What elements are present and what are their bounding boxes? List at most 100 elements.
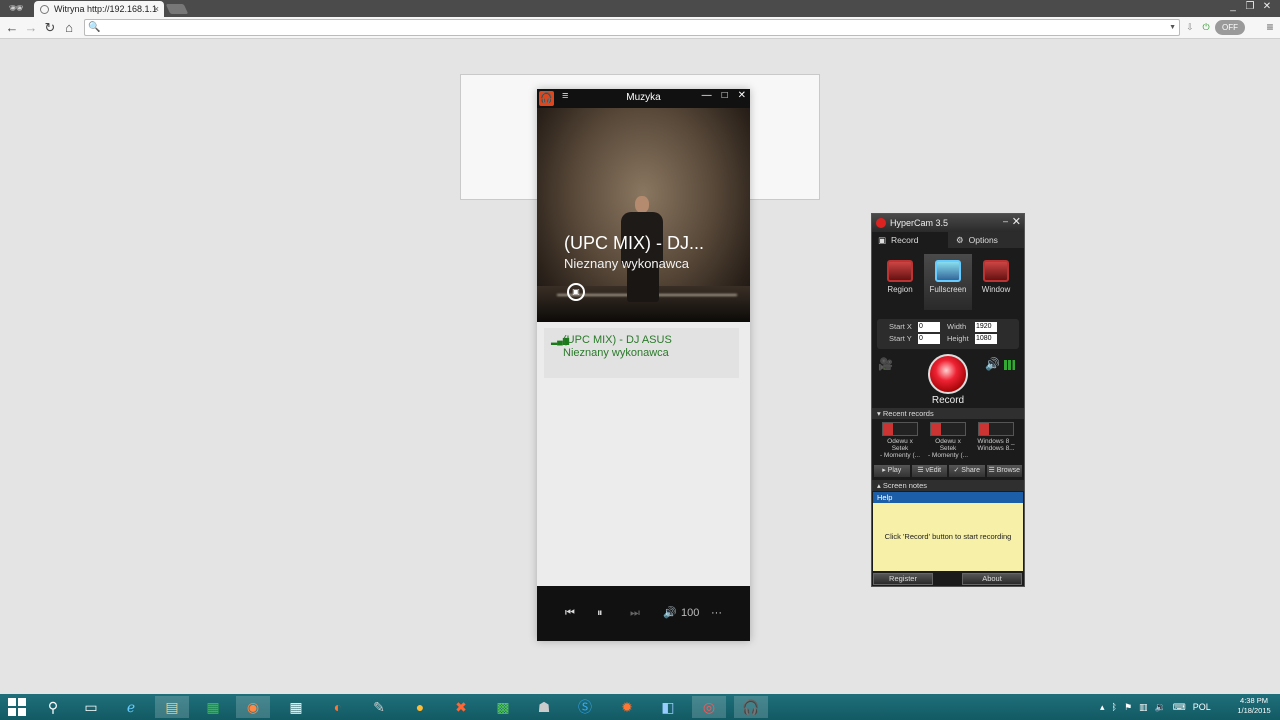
gear-icon: ⚙ [956, 235, 964, 245]
music-maximize-button[interactable]: □ [722, 90, 728, 101]
start-y-input[interactable]: 0 [918, 334, 940, 344]
edit-button[interactable]: ☰ vEdit [911, 465, 947, 477]
recent-record-line2: - Momenty (... [879, 452, 921, 459]
register-button[interactable]: Register [873, 573, 933, 585]
home-icon[interactable]: ⌂ [62, 20, 76, 36]
search-icon: 🔍 [88, 22, 101, 33]
store-icon[interactable]: ▦ [279, 696, 313, 718]
clock[interactable]: 4:38 PM 1/18/2015 [1232, 696, 1276, 716]
forward-icon[interactable]: → [24, 20, 38, 36]
back-icon[interactable]: ← [5, 20, 19, 36]
next-track-button[interactable]: ⏭ [630, 606, 640, 620]
reload-icon[interactable]: ↻ [43, 20, 57, 36]
volume-tray-icon[interactable]: 🔉 [1155, 696, 1166, 718]
start-button[interactable] [8, 698, 26, 716]
previous-track-button[interactable]: ⏮ [565, 606, 575, 620]
firefox-icon[interactable]: ◐ [321, 696, 355, 718]
hypercam-minimize-button[interactable]: – [1003, 216, 1008, 226]
music-minimize-button[interactable]: — [702, 90, 712, 101]
music-taskbar-icon[interactable]: 🎧 [734, 696, 768, 718]
width-input[interactable]: 1920 [975, 322, 997, 332]
settings-app-icon[interactable]: ✹ [610, 696, 644, 718]
language-indicator[interactable]: POL [1193, 696, 1211, 718]
music-titlebar: 🎧 ≡ Muzyka — □ ✕ [537, 89, 750, 108]
mode-window-button[interactable]: Window [972, 254, 1020, 310]
start-x-input[interactable]: 0 [918, 322, 940, 332]
hypercam-title: HyperCam 3.5 [890, 218, 949, 228]
network-app-icon[interactable]: ☗ [527, 696, 561, 718]
file-explorer-icon[interactable]: ▤ [155, 696, 189, 718]
webcam-icon[interactable]: 🎥 [878, 357, 893, 371]
windows-logo-icon [8, 708, 16, 716]
playlist-item[interactable]: ▂▄▆ (UPC MIX) - DJ ASUS Nieznany wykonaw… [544, 328, 739, 378]
recent-record-item[interactable]: Odewu x Setek - Momenty (... [878, 420, 922, 462]
skype-icon[interactable]: Ⓢ [568, 696, 602, 718]
keyboard-icon[interactable]: ⌨ [1173, 696, 1186, 718]
screen-notes-header[interactable]: ▴ Screen notes [872, 480, 1024, 491]
action-center-icon[interactable]: ⚑ [1124, 696, 1132, 718]
music-close-button[interactable]: ✕ [738, 90, 746, 101]
tab-title: Witryna http://192.168.1.1 [54, 4, 158, 14]
tab-options-label: Options [968, 235, 998, 245]
recent-thumbnail [930, 422, 966, 436]
chevron-down-icon[interactable]: ▼ [1169, 20, 1176, 35]
bluetooth-icon[interactable]: ᛒ [1112, 696, 1117, 718]
network-icon[interactable]: ▥ [1139, 696, 1148, 718]
notes-app-icon[interactable]: ◧ [651, 696, 685, 718]
record-button[interactable] [928, 354, 968, 394]
volume-icon[interactable]: 🔊 [663, 606, 677, 620]
internet-explorer-icon[interactable]: ℯ [114, 696, 148, 718]
browser-menu-icon[interactable]: ≡ [1264, 20, 1276, 35]
tab-close-icon[interactable]: × [154, 1, 159, 17]
now-playing-artist: Nieznany wykonawca [564, 256, 690, 271]
hamburger-menu-icon[interactable]: ≡ [562, 90, 568, 102]
browse-button[interactable]: ☰ Browse [986, 465, 1022, 477]
share-button[interactable]: ✓ Share [949, 465, 985, 477]
task-view-icon[interactable]: ▭ [74, 696, 108, 718]
record-actions: ▸ Play ☰ vEdit ✓ Share ☰ Browse [874, 465, 1022, 477]
globe-icon [40, 5, 49, 14]
screen-notes-text[interactable]: Click 'Record' button to start recording [873, 503, 1023, 571]
maximize-window-button[interactable]: ❐ [1243, 0, 1257, 13]
browser-tab[interactable]: Witryna http://192.168.1.1 × [34, 1, 164, 17]
close-window-button[interactable]: ✕ [1260, 0, 1274, 13]
speaker-icon[interactable]: 🔊 [985, 357, 1000, 371]
hypercam-taskbar-icon[interactable]: ◎ [692, 696, 726, 718]
tools-icon[interactable]: ✎ [362, 696, 396, 718]
hypercam-close-button[interactable]: ✕ [1012, 215, 1021, 228]
new-tab-button[interactable] [165, 4, 189, 14]
mode-region-button[interactable]: Region [876, 254, 924, 310]
height-input[interactable]: 1080 [975, 334, 997, 344]
power-extension-icon[interactable]: ⏻ [1200, 20, 1212, 35]
mode-region-label: Region [887, 285, 913, 294]
about-button[interactable]: About [962, 573, 1022, 585]
more-options-button[interactable]: ··· [711, 606, 722, 620]
mode-fullscreen-label: Fullscreen [929, 285, 967, 294]
tab-record[interactable]: ▣ Record [872, 232, 948, 248]
address-bar[interactable]: 🔍 ▼ [84, 19, 1180, 36]
minecraft-icon[interactable]: ▩ [486, 696, 520, 718]
recent-records-header[interactable]: ▾ Recent records [872, 408, 1024, 419]
download-extension-icon[interactable]: ⇩ [1184, 20, 1196, 35]
media-app-icon[interactable]: ◉ [236, 696, 270, 718]
search-icon[interactable]: ⚲ [36, 696, 70, 718]
save-icon[interactable]: ▣ [567, 283, 585, 301]
music-window-controls: — □ ✕ [702, 90, 746, 101]
pause-button[interactable]: ⏸ [597, 606, 603, 620]
recent-record-item[interactable]: Windows 8 _ Windows 8... [974, 420, 1018, 462]
browser-toolbar: ← → ↻ ⌂ 🔍 ▼ ⇩ ⏻ OFF ≡ [0, 17, 1280, 39]
transport-bar: ⏮ ⏸ ⏭ 🔊 100 ··· [537, 586, 750, 641]
mode-fullscreen-button[interactable]: Fullscreen [924, 254, 972, 310]
play-button[interactable]: ▸ Play [874, 465, 910, 477]
off-toggle[interactable]: OFF [1215, 20, 1245, 35]
hypercam-logo-icon [876, 218, 886, 228]
windows-logo-icon [18, 708, 26, 716]
excel-icon[interactable]: ▦ [196, 696, 230, 718]
orange-app-icon[interactable]: ● [403, 696, 437, 718]
tray-expand-icon[interactable]: ▴ [1100, 696, 1105, 718]
help-bar[interactable]: Help [873, 492, 1023, 503]
game-app-icon[interactable]: ✖ [444, 696, 478, 718]
tab-options[interactable]: ⚙ Options [950, 232, 1024, 248]
recent-record-item[interactable]: Odewu x Setek - Momenty (... [926, 420, 970, 462]
minimize-window-button[interactable]: _ [1226, 0, 1240, 13]
